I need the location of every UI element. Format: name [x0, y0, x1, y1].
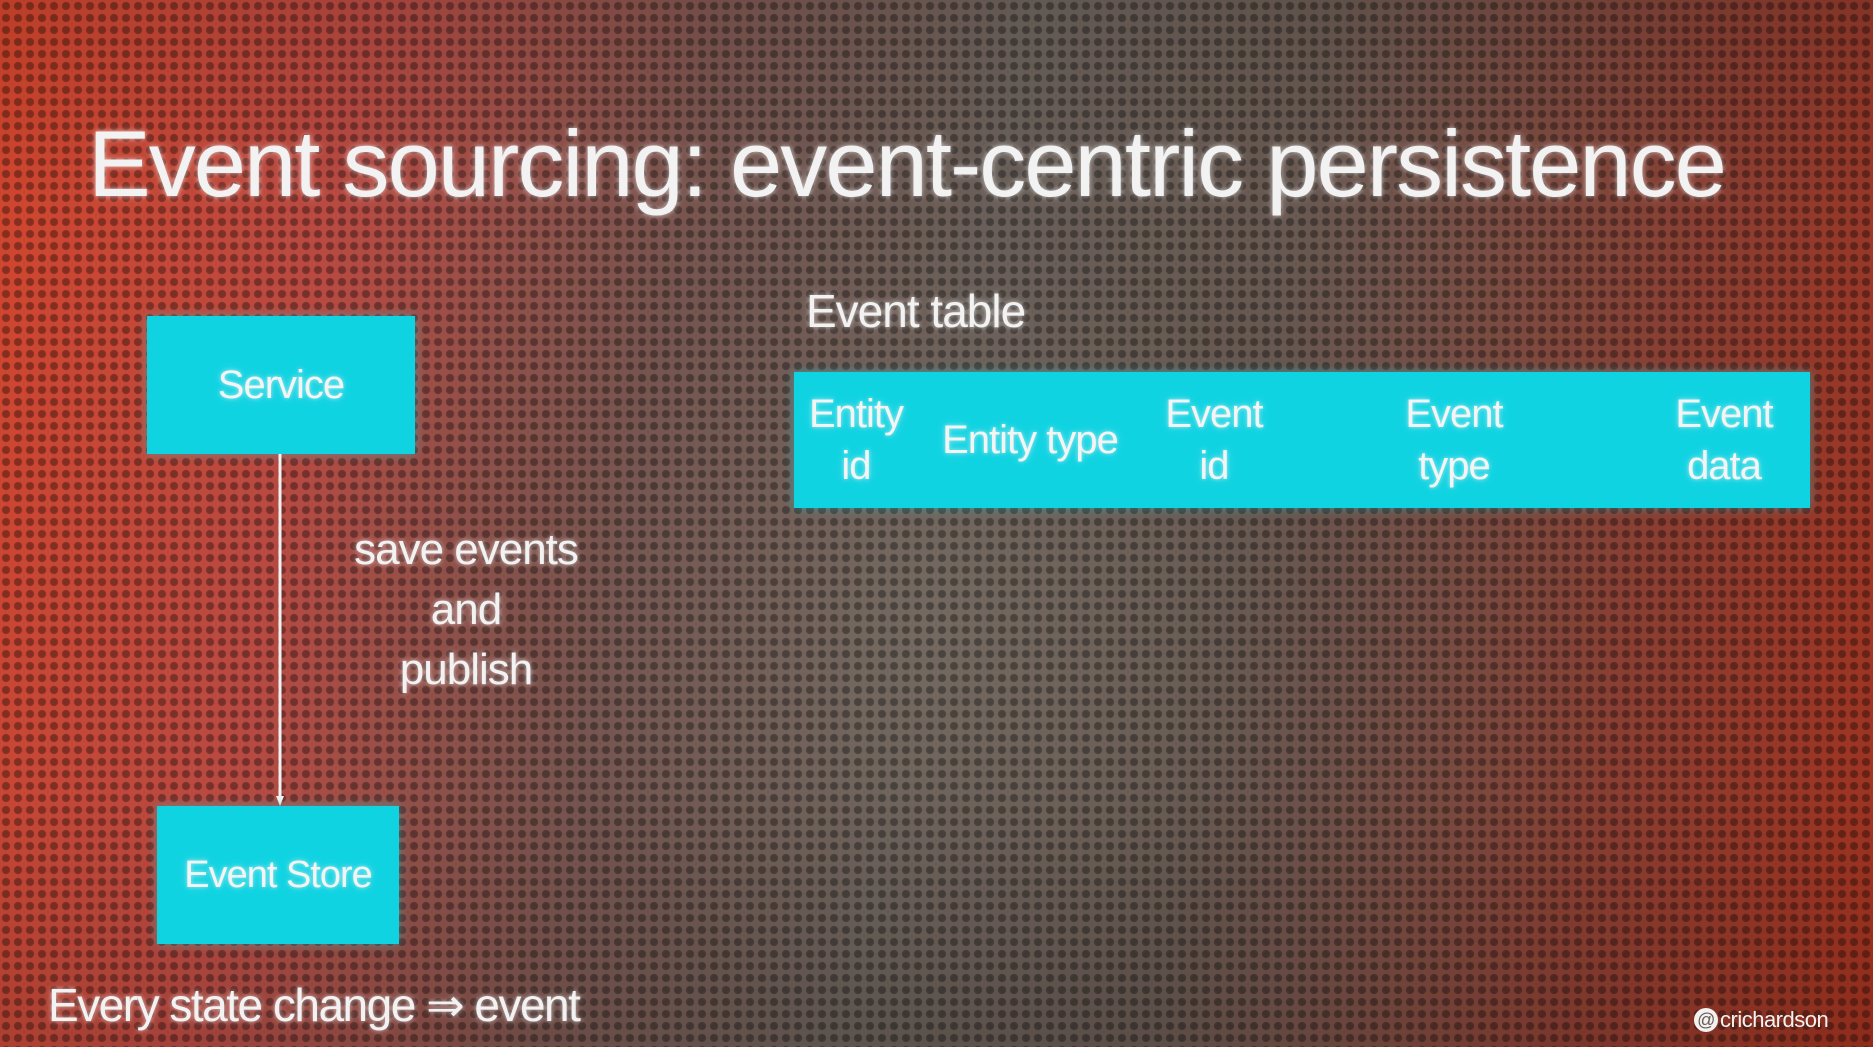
column-header-line: type	[1418, 444, 1491, 488]
column-header-line: id	[841, 444, 871, 488]
connector-label-line: and	[430, 585, 502, 634]
connector-label: save events and publish	[316, 520, 616, 700]
column-header-line: Event	[1675, 392, 1773, 436]
at-sign-icon: @	[1694, 1008, 1718, 1032]
column-header-line: Event	[1165, 392, 1263, 436]
service-box: Service	[147, 316, 415, 454]
connector-label-line: publish	[399, 645, 533, 694]
column-header-event-type: Event type	[1384, 372, 1524, 508]
column-header-entity-type: Entity type	[930, 372, 1130, 508]
event-table-caption: Event table	[806, 285, 1026, 337]
event-store-box: Event Store	[157, 806, 399, 944]
event-store-label: Event Store	[184, 853, 373, 896]
footer-note: Every state change ⇒ event	[48, 979, 581, 1031]
column-header-entity-id: Entity id	[794, 372, 918, 508]
slide-title: Event sourcing: event-centric persistenc…	[88, 111, 1727, 216]
column-header-line: Entity	[808, 392, 904, 436]
column-header-line: id	[1199, 444, 1229, 488]
column-header-line: Event	[1405, 392, 1503, 436]
column-header-event-id: Event id	[1144, 372, 1284, 508]
column-header-line: Entity type	[942, 418, 1119, 462]
column-header-line: data	[1687, 444, 1762, 488]
speaker-credit-handle: crichardson	[1720, 1007, 1829, 1032]
speaker-credit: @ crichardson	[1694, 1007, 1829, 1033]
slide: Event sourcing: event-centric persistenc…	[0, 0, 1873, 1047]
column-header-event-data: Event data	[1644, 372, 1804, 508]
connector-label-line: save events	[354, 525, 579, 574]
service-label: Service	[217, 362, 345, 407]
save-events-connector	[276, 454, 284, 806]
event-table-header-row: Entity id Entity type Event id Event typ…	[794, 372, 1810, 508]
